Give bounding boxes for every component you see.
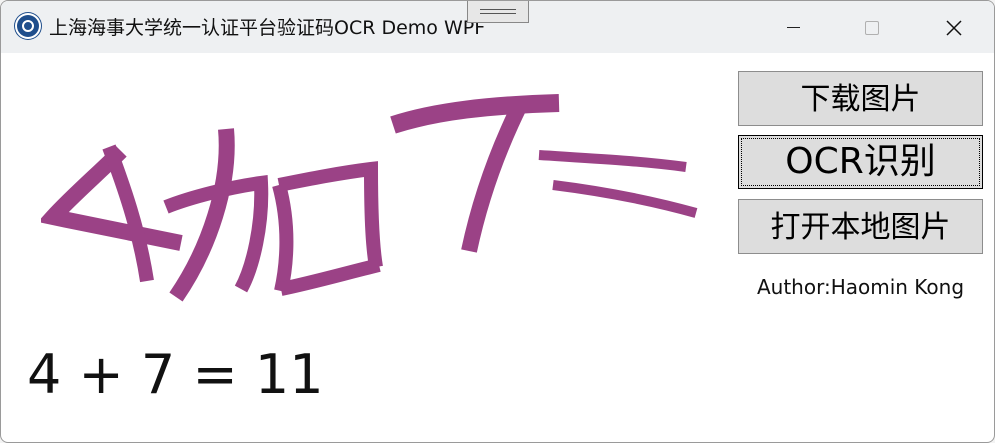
maximize-button <box>849 1 895 53</box>
close-button[interactable] <box>931 1 977 53</box>
minimize-button[interactable] <box>771 1 817 53</box>
drag-grip-icon[interactable] <box>467 1 529 23</box>
app-window: 上海海事大学统一认证平台验证码OCR Demo WPF 下载图片 OCR识别 打… <box>0 0 995 443</box>
captcha-image <box>41 94 698 302</box>
title-bar[interactable]: 上海海事大学统一认证平台验证码OCR Demo WPF <box>1 1 994 53</box>
author-label: Author:Haomin Kong <box>756 275 965 299</box>
university-seal-icon <box>15 13 41 39</box>
ocr-recognize-button[interactable]: OCR识别 <box>738 135 983 189</box>
window-title: 上海海事大学统一认证平台验证码OCR Demo WPF <box>49 17 486 39</box>
open-local-image-button[interactable]: 打开本地图片 <box>738 199 983 254</box>
close-icon <box>946 20 962 36</box>
ocr-result-text: 4 + 7 = 11 <box>27 343 324 406</box>
download-image-button[interactable]: 下载图片 <box>738 71 983 126</box>
